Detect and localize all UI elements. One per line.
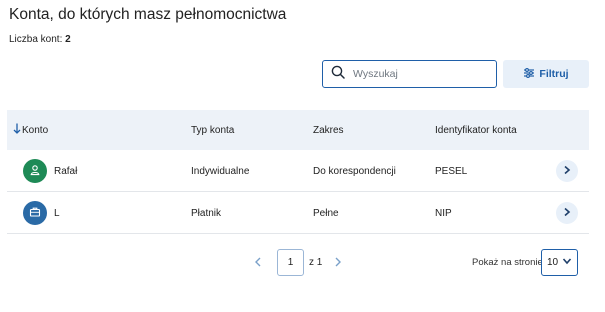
column-header-zakres: Zakres bbox=[313, 124, 344, 136]
per-page-select[interactable]: 10 bbox=[541, 249, 578, 276]
next-page-button[interactable] bbox=[332, 256, 344, 270]
page-title: Konta, do których masz pełnomocnictwa bbox=[9, 6, 287, 23]
account-scope: Do korespondencji bbox=[313, 165, 396, 177]
column-header-typ-konta: Typ konta bbox=[191, 124, 235, 136]
account-type: Indywidualne bbox=[191, 165, 250, 177]
chevron-down-icon bbox=[562, 256, 572, 269]
filter-icon bbox=[523, 67, 535, 82]
account-type: Płatnik bbox=[191, 207, 222, 219]
chevron-right-icon bbox=[334, 254, 342, 272]
accounts-table: Konto Typ konta Zakres Identyfikator kon… bbox=[7, 110, 589, 234]
open-account-button[interactable] bbox=[556, 160, 578, 182]
per-page-value: 10 bbox=[547, 257, 559, 268]
filter-button[interactable]: Filtruj bbox=[503, 60, 589, 88]
column-header-identyfikator: Identyfikator konta bbox=[435, 124, 517, 136]
account-count-label: Liczba kont: bbox=[9, 34, 63, 45]
table-header: Konto Typ konta Zakres Identyfikator kon… bbox=[7, 110, 589, 150]
avatar bbox=[23, 201, 47, 225]
search-icon bbox=[331, 65, 345, 84]
page-number-input[interactable] bbox=[277, 249, 304, 276]
filter-button-label: Filtruj bbox=[539, 68, 569, 80]
account-count-value: 2 bbox=[65, 34, 71, 45]
search-box[interactable] bbox=[322, 60, 497, 88]
account-identifier: NIP bbox=[435, 207, 452, 219]
account-identifier: PESEL bbox=[435, 165, 468, 177]
per-page-label: Pokaż na stronie bbox=[472, 257, 543, 268]
briefcase-icon bbox=[29, 206, 41, 221]
chevron-left-icon bbox=[254, 254, 262, 272]
avatar bbox=[23, 159, 47, 183]
sort-arrow-down-icon bbox=[13, 123, 21, 137]
chevron-right-icon bbox=[562, 165, 572, 178]
person-icon bbox=[29, 164, 41, 179]
account-scope: Pełne bbox=[313, 207, 339, 219]
pagination: z 1 Pokaż na stronie 10 bbox=[0, 248, 605, 278]
account-name: L bbox=[54, 207, 60, 219]
page-total: z 1 bbox=[309, 257, 323, 268]
open-account-button[interactable] bbox=[556, 202, 578, 224]
previous-page-button[interactable] bbox=[252, 256, 264, 270]
chevron-right-icon bbox=[562, 207, 572, 220]
search-input[interactable] bbox=[353, 68, 483, 80]
table-row[interactable]: Rafał Indywidualne Do korespondencji PES… bbox=[7, 150, 589, 192]
table-row[interactable]: L Płatnik Pełne NIP bbox=[7, 192, 589, 234]
column-header-konto[interactable]: Konto bbox=[13, 123, 48, 137]
account-name: Rafał bbox=[54, 165, 78, 177]
account-count: Liczba kont: 2 bbox=[9, 34, 71, 45]
column-header-konto-label: Konto bbox=[22, 124, 49, 136]
